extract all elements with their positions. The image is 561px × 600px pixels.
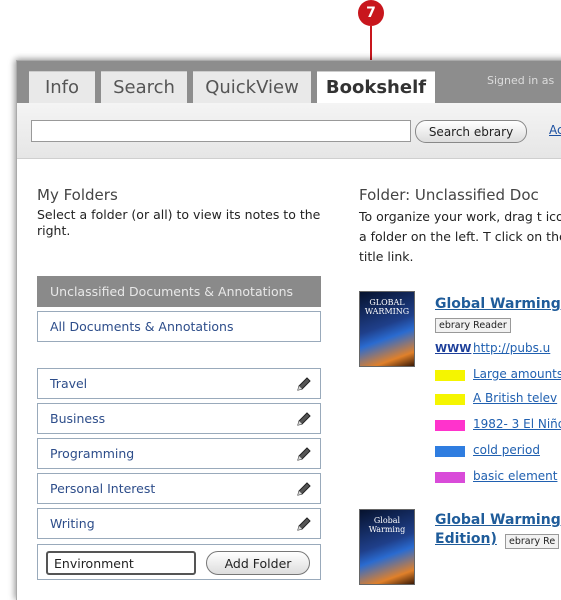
- folder-label: All Documents & Annotations: [50, 319, 234, 334]
- pencil-edit-icon[interactable]: [296, 376, 312, 392]
- search-input[interactable]: [31, 120, 411, 142]
- highlight-icon: [435, 446, 465, 457]
- ebrary-reader-badge[interactable]: ebrary Reader: [435, 318, 511, 333]
- highlight-icon: [435, 394, 465, 405]
- pencil-edit-icon[interactable]: [296, 481, 312, 497]
- search-bar: Search ebrary Ac: [17, 103, 561, 159]
- book-title-link-line2[interactable]: Edition): [435, 531, 497, 547]
- annotation-link[interactable]: cold period: [473, 443, 540, 457]
- folder-programming[interactable]: Programming: [37, 438, 321, 469]
- folder-label: Personal Interest: [50, 481, 156, 496]
- tab-info[interactable]: Info: [29, 71, 95, 103]
- annotation-link[interactable]: basic element: [473, 469, 557, 483]
- www-link-icon: WWW: [435, 342, 472, 355]
- folder-label: Business: [50, 411, 106, 426]
- book-cover-title: Global Warming: [368, 516, 406, 534]
- folder-label: Unclassified Documents & Annotations: [50, 284, 294, 299]
- search-ebrary-button[interactable]: Search ebrary: [415, 120, 527, 143]
- annotation-link[interactable]: 1982- 3 El Niño: [473, 417, 561, 431]
- add-folder-button[interactable]: Add Folder: [206, 551, 310, 575]
- pencil-edit-icon[interactable]: [296, 411, 312, 427]
- my-folders-description: Select a folder (or all) to view its not…: [37, 207, 321, 238]
- app-window: Info Search QuickView Bookshelf Signed i…: [16, 60, 561, 600]
- tab-quickview[interactable]: QuickView: [193, 71, 311, 103]
- folder-travel[interactable]: Travel: [37, 368, 321, 399]
- book-title-link[interactable]: Global Warming :: [435, 296, 561, 312]
- pencil-edit-icon[interactable]: [296, 516, 312, 532]
- book-cover-image[interactable]: GLOBAL WARMING: [359, 291, 415, 367]
- annotation-link[interactable]: Large amounts: [473, 367, 561, 381]
- folder-business[interactable]: Business: [37, 403, 321, 434]
- advanced-search-link[interactable]: Ac: [549, 123, 561, 137]
- tab-search[interactable]: Search: [101, 71, 187, 103]
- folder-personal-interest[interactable]: Personal Interest: [37, 473, 321, 504]
- folder-label: Programming: [50, 446, 135, 461]
- pencil-edit-icon[interactable]: [296, 446, 312, 462]
- highlight-icon: [435, 472, 465, 483]
- highlight-icon: [435, 420, 465, 431]
- annotation-link[interactable]: A British telev: [473, 391, 557, 405]
- folder-writing[interactable]: Writing: [37, 508, 321, 539]
- tab-bar: Info Search QuickView Bookshelf Signed i…: [17, 61, 561, 103]
- new-folder-input[interactable]: Environment: [46, 551, 196, 575]
- folder-all-documents[interactable]: All Documents & Annotations: [37, 311, 321, 342]
- add-folder-row: Environment Add Folder: [37, 544, 321, 580]
- signed-in-label: Signed in as: [487, 74, 555, 87]
- tab-bookshelf[interactable]: Bookshelf: [317, 71, 435, 103]
- annotation-link[interactable]: http://pubs.u: [473, 341, 550, 355]
- highlight-icon: [435, 370, 465, 381]
- book-title-link[interactable]: Global Warming :: [435, 512, 561, 528]
- folder-unclassified[interactable]: Unclassified Documents & Annotations: [37, 276, 321, 307]
- step-number-badge: 7: [358, 0, 384, 26]
- folder-label: Writing: [50, 516, 95, 531]
- my-folders-heading: My Folders: [37, 186, 118, 204]
- folder-content-heading: Folder: Unclassified Doc: [359, 186, 539, 204]
- folder-content-description: To organize your work, drag t icon to a …: [359, 209, 561, 264]
- book-cover-image[interactable]: Global Warming: [359, 509, 415, 585]
- book-cover-title: GLOBAL WARMING: [364, 298, 410, 316]
- folder-label: Travel: [50, 376, 88, 391]
- ebrary-reader-badge[interactable]: ebrary Re: [505, 534, 560, 549]
